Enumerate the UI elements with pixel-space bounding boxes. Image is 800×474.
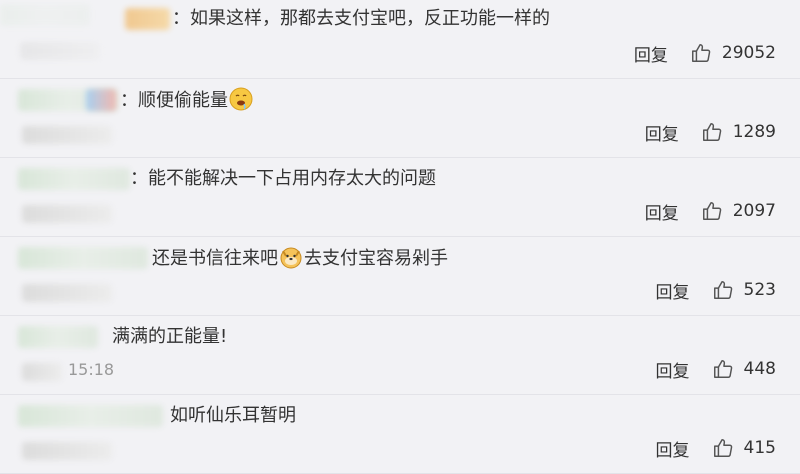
thumbs-up-icon [702, 202, 722, 220]
comment-item: 满满的正能量! 15:18 回复 448 [0, 316, 800, 395]
blurred-time [20, 42, 100, 60]
thumbs-up-icon [713, 360, 732, 378]
blurred-time [22, 205, 112, 223]
like-count: 415 [743, 438, 776, 458]
comment-item: ：能不能解决一下占用内存太大的问题 回复 2097 [0, 158, 800, 237]
comment-text-part: ：顺便偷能量 [120, 90, 228, 111]
like-count: 448 [743, 359, 776, 379]
drooling-face-emoji [229, 87, 253, 111]
blurred-time [22, 363, 62, 381]
thumbs-up-icon [713, 281, 732, 299]
comment-text: 如听仙乐耳暂明 [170, 405, 296, 426]
comment-actions: 回复 523 [656, 277, 776, 303]
like-button[interactable]: 2097 [701, 200, 776, 222]
comment-item: 如听仙乐耳暂明 回复 415 [0, 395, 800, 474]
reply-button[interactable]: 回复 [645, 199, 679, 224]
like-count: 523 [743, 280, 776, 300]
reply-button[interactable]: 回复 [645, 120, 679, 145]
reply-button[interactable]: 回复 [656, 278, 690, 303]
blurred-badge [86, 89, 116, 111]
like-button[interactable]: 29052 [690, 42, 776, 64]
comment-actions: 回复 448 [656, 356, 776, 382]
comment-text: 满满的正能量! [112, 326, 228, 347]
blurred-avatar [0, 4, 90, 26]
comment-text: ：能不能解决一下占用内存太大的问题 [130, 168, 436, 189]
blurred-username [18, 326, 98, 348]
reply-button[interactable]: 回复 [656, 436, 690, 461]
like-count: 1289 [732, 122, 776, 142]
blurred-username [18, 247, 148, 269]
like-button[interactable]: 523 [712, 279, 776, 301]
comment-list: ：如果这样，那都去支付宝吧，反正功能一样的 回复 29052 ：顺便偷能量 回复… [0, 0, 800, 474]
blurred-time [22, 442, 112, 460]
comment-text-part: 去支付宝容易剁手 [304, 248, 448, 269]
like-button[interactable]: 1289 [701, 121, 776, 143]
thumbs-up-icon [702, 123, 722, 141]
like-button[interactable]: 448 [712, 358, 776, 380]
comment-actions: 回复 1289 [645, 119, 776, 145]
comment-time: 15:18 [68, 360, 115, 379]
comment-item: 还是书信往来吧 去支付宝容易剁手 回复 523 [0, 237, 800, 316]
like-count: 29052 [721, 43, 776, 63]
blurred-time [22, 126, 112, 144]
comment-text-part: 还是书信往来吧 [152, 248, 278, 269]
comment-item: ：顺便偷能量 回复 1289 [0, 79, 800, 158]
comment-actions: 回复 29052 [634, 40, 776, 66]
comment-actions: 回复 415 [656, 435, 776, 461]
thumbs-up-icon [691, 44, 711, 62]
like-count: 2097 [732, 201, 776, 221]
reply-button[interactable]: 回复 [656, 357, 690, 382]
doge-emoji [280, 247, 302, 269]
blurred-username [18, 405, 163, 427]
thumbs-up-icon [713, 439, 732, 457]
comment-actions: 回复 2097 [645, 198, 776, 224]
comment-text: 还是书信往来吧 去支付宝容易剁手 [152, 245, 448, 272]
comment-text: ：顺便偷能量 [120, 87, 254, 114]
blurred-time [22, 284, 112, 302]
comment-item: ：如果这样，那都去支付宝吧，反正功能一样的 回复 29052 [0, 0, 800, 79]
like-button[interactable]: 415 [712, 437, 776, 459]
comment-text: ：如果这样，那都去支付宝吧，反正功能一样的 [172, 8, 550, 29]
reply-button[interactable]: 回复 [634, 41, 668, 66]
blurred-username [18, 168, 130, 190]
blurred-username [125, 8, 170, 30]
